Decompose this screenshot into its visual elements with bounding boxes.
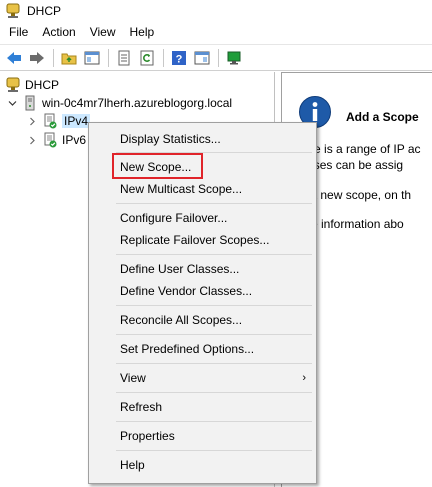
tree-item-ipv6[interactable]: IPv6: [26, 131, 86, 149]
back-button[interactable]: [3, 47, 24, 68]
menu-item-new-multicast-scope[interactable]: New Multicast Scope...: [89, 178, 316, 200]
tree-item-dhcp[interactable]: DHCP: [5, 76, 59, 94]
menu-separator: [116, 334, 312, 335]
forward-button[interactable]: [26, 47, 47, 68]
menu-item-properties[interactable]: Properties: [89, 425, 316, 447]
menu-item-reconcile-all-scopes[interactable]: Reconcile All Scopes...: [89, 309, 316, 331]
highlight-annotation: [112, 153, 203, 179]
ipv4-icon: [44, 113, 57, 129]
server-icon: [227, 51, 240, 64]
menu-item-replicate-failover-scopes[interactable]: Replicate Failover Scopes...: [89, 229, 316, 251]
tree-item-ipv4[interactable]: IPv4: [26, 112, 91, 130]
menu-item-define-user-classes[interactable]: Define User Classes...: [89, 258, 316, 280]
menu-item-refresh[interactable]: Refresh: [89, 396, 316, 418]
svg-text:?: ?: [175, 53, 182, 65]
forward-icon: [29, 51, 44, 64]
info-title: Add a Scope: [346, 110, 419, 124]
properties-button[interactable]: [191, 47, 212, 68]
tree-label: DHCP: [25, 78, 60, 92]
ipv6-icon: [44, 132, 57, 148]
chevron-right-icon[interactable]: [26, 115, 38, 127]
toolbar-separator: [108, 48, 109, 67]
show-hide-tree-button[interactable]: [81, 47, 102, 68]
export-list-button[interactable]: [113, 47, 134, 68]
properties-icon: [194, 51, 209, 64]
toolbar: ?: [0, 44, 432, 71]
server-button[interactable]: [223, 47, 244, 68]
tree-label: win-0c4mr7lherh.azureblogorg.local: [42, 96, 233, 110]
menu-file[interactable]: File: [0, 22, 35, 42]
tree-label: IPv6: [62, 133, 87, 147]
help-icon: ?: [171, 50, 186, 65]
dhcp-icon: [6, 3, 20, 18]
menu-item-label: View: [120, 371, 146, 385]
menu-item-set-predefined-options[interactable]: Set Predefined Options...: [89, 338, 316, 360]
up-folder-icon: [61, 53, 76, 64]
menu-separator: [116, 392, 312, 393]
toolbar-separator: [163, 48, 164, 67]
tree-item-server[interactable]: win-0c4mr7lherh.azureblogorg.local: [6, 94, 232, 112]
menu-item-define-vendor-classes[interactable]: Define Vendor Classes...: [89, 280, 316, 302]
help-button[interactable]: ?: [168, 47, 189, 68]
refresh-button[interactable]: [136, 47, 157, 68]
server-icon: [25, 95, 35, 111]
toolbar-separator: [218, 48, 219, 67]
menu-separator: [116, 203, 312, 204]
refresh-icon: [140, 50, 153, 65]
chevron-right-icon: ›: [302, 372, 306, 384]
menu-action[interactable]: Action: [35, 22, 82, 42]
menu-item-configure-failover[interactable]: Configure Failover...: [89, 207, 316, 229]
chevron-right-icon[interactable]: [26, 134, 38, 146]
menu-help[interactable]: Help: [123, 22, 162, 42]
menu-separator: [116, 254, 312, 255]
toolbar-separator: [53, 48, 54, 67]
window-title: DHCP: [27, 4, 62, 18]
dhcp-icon: [6, 77, 20, 92]
menu-item-view[interactable]: View ›: [89, 367, 316, 389]
tree-label: IPv4: [62, 114, 91, 128]
up-folder-button[interactable]: [58, 47, 79, 68]
menu-view[interactable]: View: [83, 22, 123, 42]
menu-separator: [116, 450, 312, 451]
menu-item-display-statistics[interactable]: Display Statistics...: [89, 128, 316, 150]
back-icon: [6, 51, 21, 64]
title-bar: DHCP: [0, 0, 432, 22]
menu-separator: [116, 305, 312, 306]
show-hide-tree-icon: [84, 51, 99, 64]
chevron-down-icon[interactable]: [6, 97, 18, 109]
menu-item-help[interactable]: Help: [89, 454, 316, 476]
menu-separator: [116, 421, 312, 422]
menu-separator: [116, 363, 312, 364]
menu-bar: File Action View Help: [0, 22, 432, 42]
export-list-icon: [118, 50, 129, 65]
